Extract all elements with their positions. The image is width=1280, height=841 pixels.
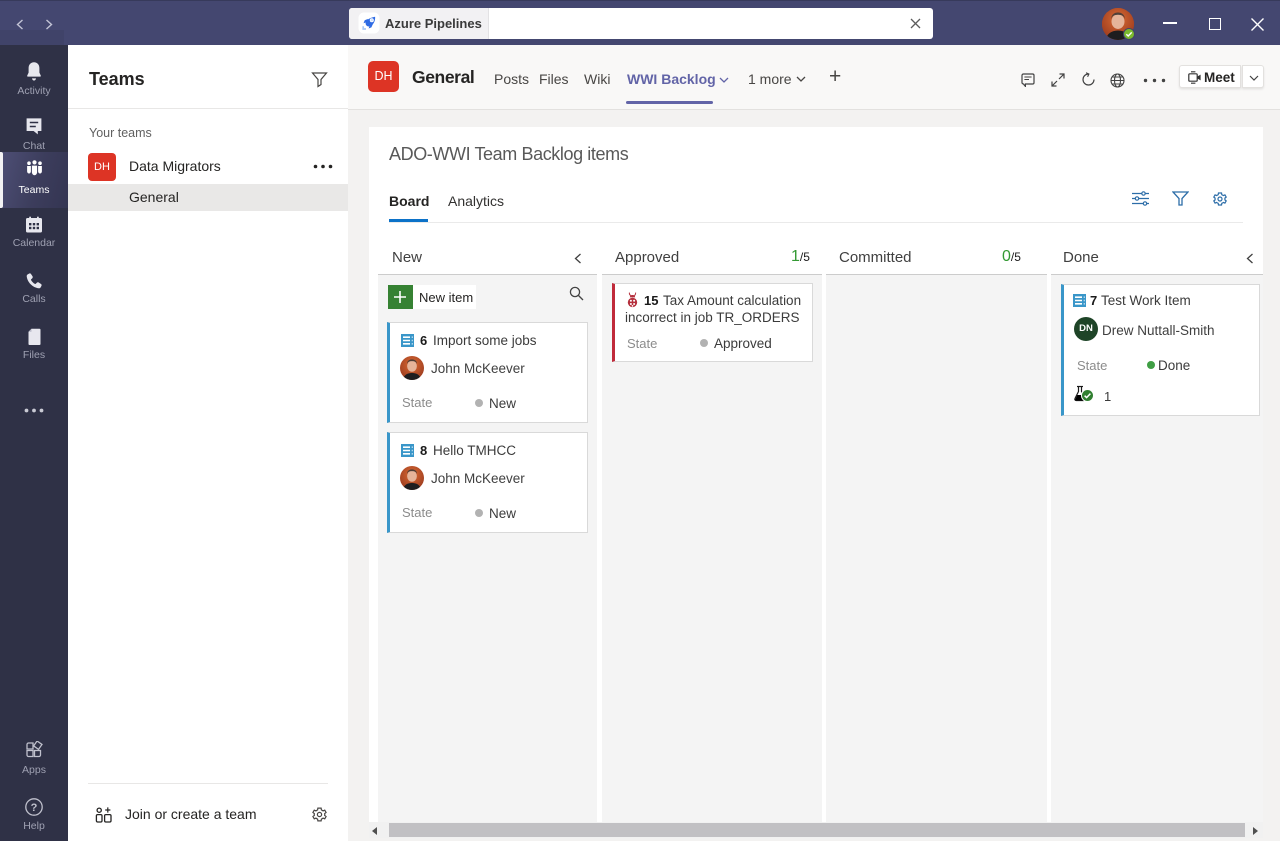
svg-text:?: ? — [31, 802, 38, 814]
